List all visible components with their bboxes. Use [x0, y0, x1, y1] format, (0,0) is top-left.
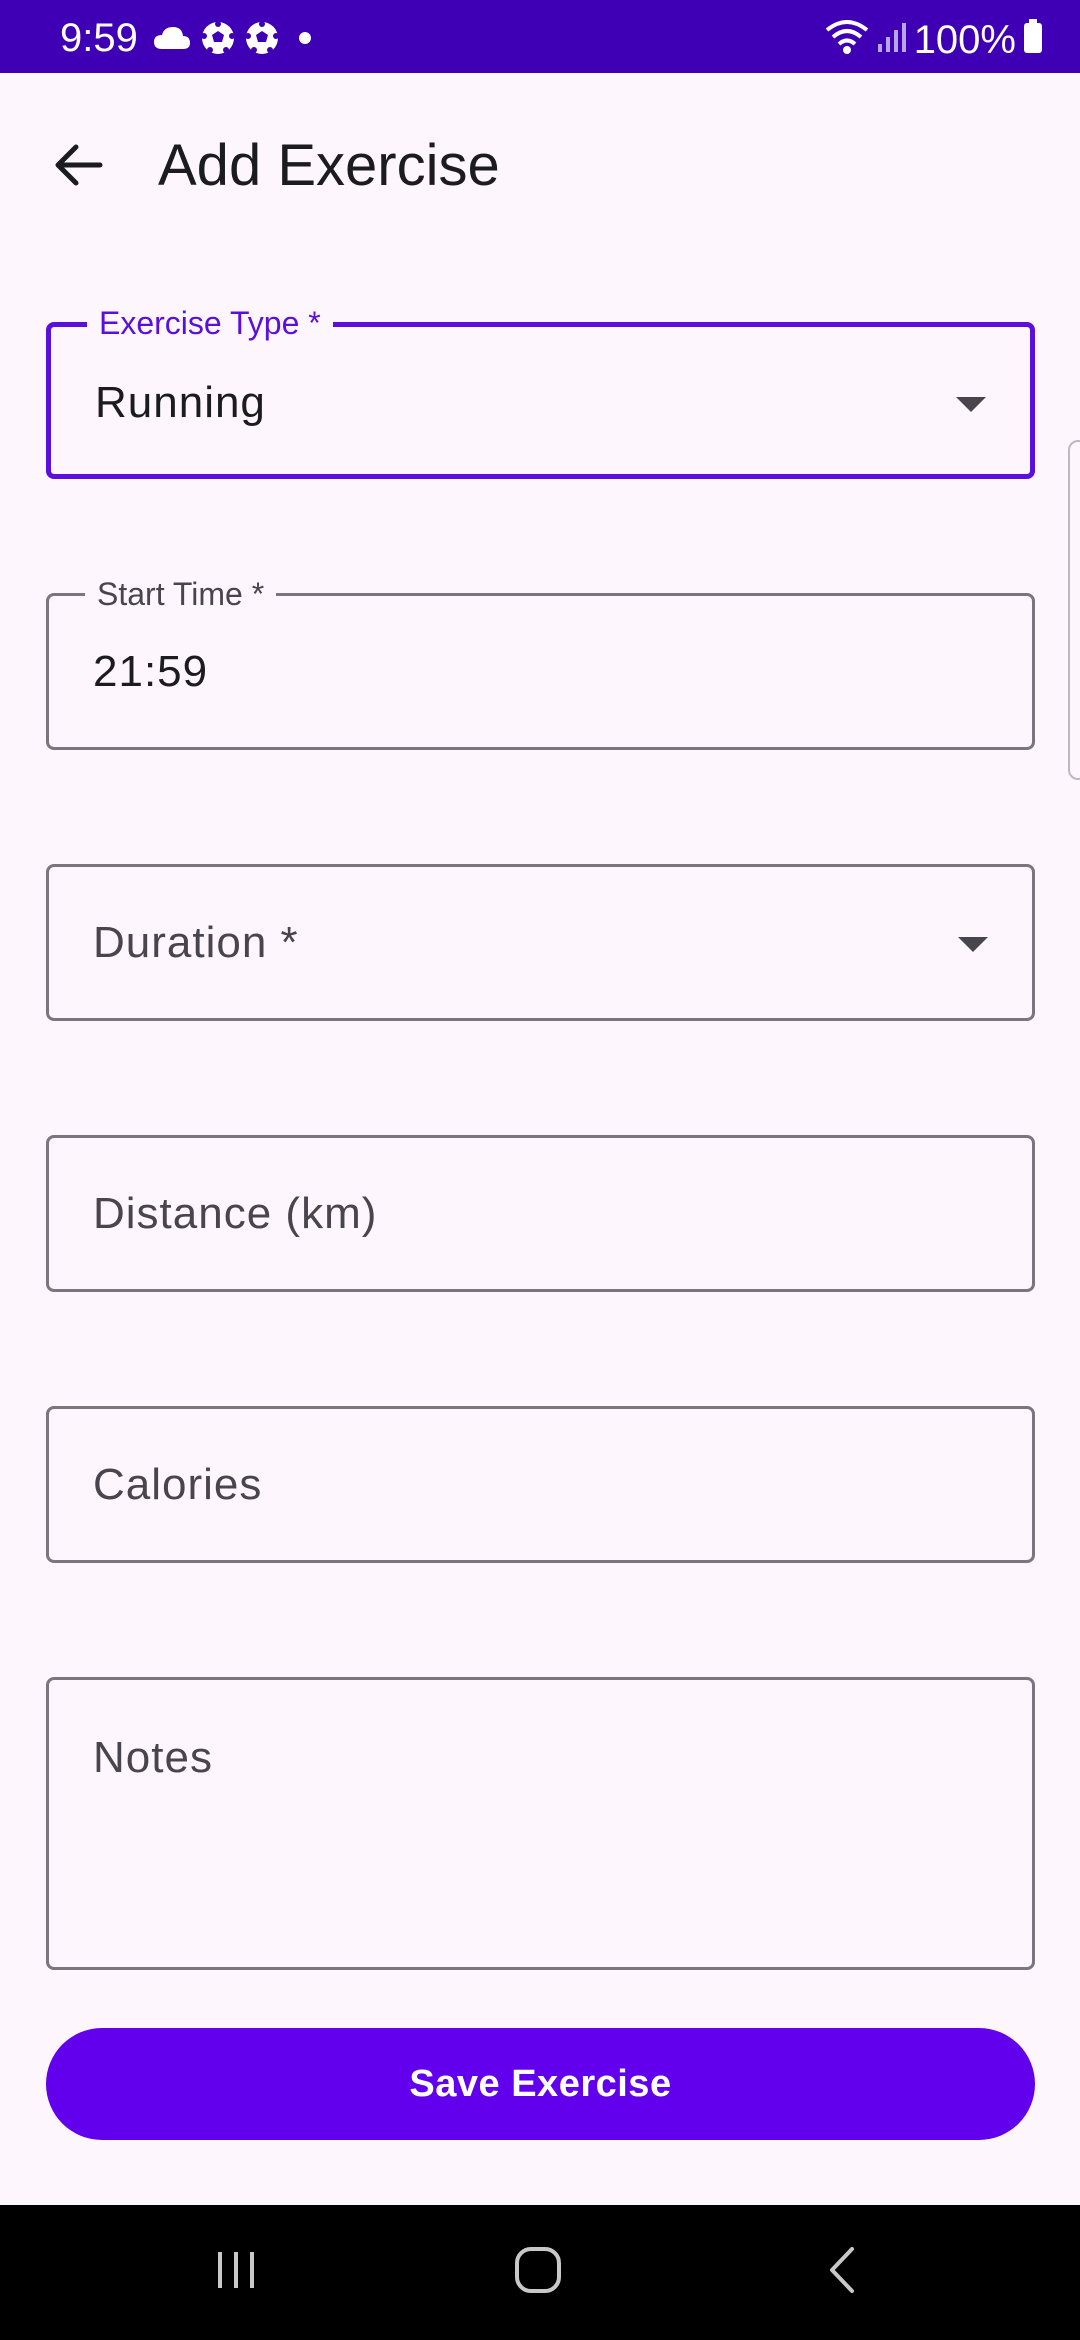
app-bar: Add Exercise	[0, 73, 1080, 253]
recent-apps-button[interactable]	[166, 2205, 306, 2340]
calories-placeholder: Calories	[93, 1460, 263, 1509]
exercise-type-label: Exercise Type *	[87, 303, 333, 343]
distance-field[interactable]: Distance (km)	[46, 1135, 1035, 1292]
exercise-type-dropdown[interactable]: Exercise Type * Running	[46, 303, 1035, 479]
home-icon	[513, 2245, 563, 2300]
calories-field[interactable]: Calories	[46, 1406, 1035, 1563]
start-time-field[interactable]: Start Time * 21:59	[46, 574, 1035, 750]
battery-icon	[1022, 19, 1044, 60]
system-back-button[interactable]	[772, 2205, 912, 2340]
status-bar: 9:59 100%	[0, 0, 1080, 73]
notes-placeholder: Notes	[93, 1733, 213, 1782]
notification-icons	[152, 20, 312, 61]
status-right: 100%	[824, 18, 1044, 61]
status-time: 9:59	[60, 16, 138, 60]
screen: 9:59 100% Add Exercise Exercise Type * R…	[0, 0, 1080, 2340]
scroll-handle[interactable]	[1068, 440, 1080, 780]
chevron-down-icon	[956, 397, 986, 412]
distance-placeholder: Distance (km)	[93, 1189, 378, 1238]
wifi-icon	[824, 18, 870, 61]
back-icon	[824, 2245, 860, 2300]
soccer-ball-icon	[244, 20, 280, 61]
start-time-value: 21:59	[93, 647, 209, 696]
back-button[interactable]	[34, 123, 122, 211]
start-time-label: Start Time *	[85, 574, 277, 614]
navigation-bar	[0, 2205, 1080, 2340]
soccer-ball-icon	[200, 20, 236, 61]
duration-dropdown[interactable]: Duration *	[46, 864, 1035, 1021]
dot-icon	[298, 31, 312, 50]
save-exercise-button[interactable]: Save Exercise	[46, 2028, 1035, 2140]
notes-field[interactable]: Notes	[46, 1677, 1035, 1970]
duration-placeholder: Duration *	[93, 918, 299, 967]
page-title: Add Exercise	[158, 133, 500, 198]
signal-icon	[876, 20, 908, 59]
exercise-type-value: Running	[95, 378, 266, 427]
battery-percent: 100%	[913, 17, 1016, 62]
chevron-down-icon	[958, 937, 988, 952]
recent-apps-icon	[214, 2248, 258, 2297]
cloud-icon	[152, 23, 192, 58]
home-button[interactable]	[468, 2205, 608, 2340]
arrow-left-icon	[52, 143, 104, 192]
